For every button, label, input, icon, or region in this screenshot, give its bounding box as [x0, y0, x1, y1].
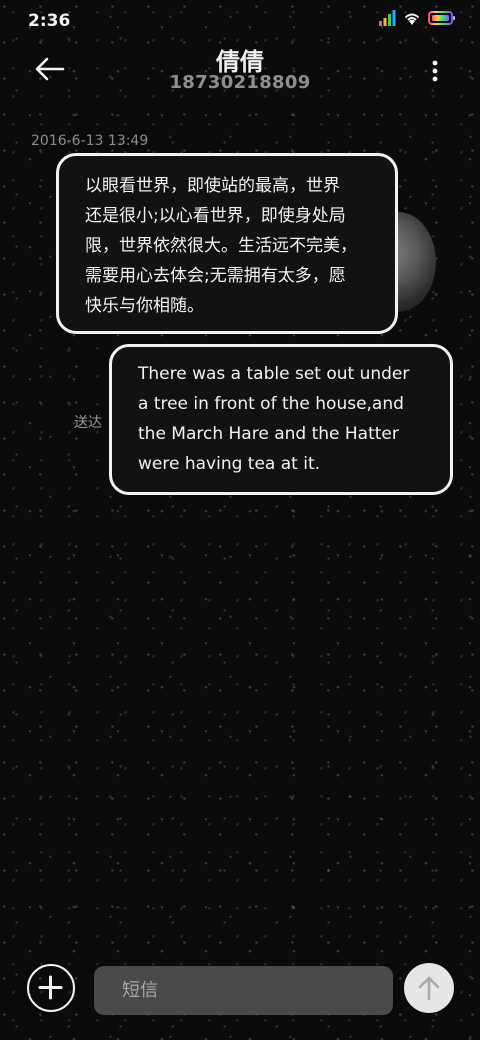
add-attachment-button[interactable] — [27, 964, 75, 1012]
message-line: 限，世界依然很大。生活远不完美， — [85, 236, 357, 256]
status-time: 2:36 — [28, 11, 71, 31]
message-line: were having tea at it. — [138, 454, 321, 474]
outgoing-message-bubble[interactable]: There was a table set out under a tree i… — [109, 344, 453, 495]
messaging-screen: 2:36 倩倩 18730218809 2016-6-13 13:49 以眼看世… — [0, 0, 480, 1040]
status-icons — [378, 10, 456, 26]
message-line: 还是很小;以心看世界，即使身处局 — [85, 206, 346, 226]
message-line: 需要用心去体会;无需拥有太多，愿 — [85, 266, 346, 286]
incoming-message-bubble[interactable]: 以眼看世界，即使站的最高，世界 还是很小;以心看世界，即使身处局 限，世界依然很… — [56, 153, 398, 334]
more-vertical-icon[interactable] — [430, 58, 440, 84]
battery-icon — [428, 11, 455, 25]
arrow-up-icon — [418, 976, 440, 1001]
message-timestamp: 2016-6-13 13:49 — [31, 133, 149, 149]
send-button[interactable] — [404, 963, 454, 1013]
message-line: the March Hare and the Hatter — [138, 424, 399, 444]
signal-icon — [379, 10, 396, 26]
message-input[interactable] — [94, 966, 393, 1015]
plus-icon — [38, 975, 63, 1000]
status-bar: 2:36 — [0, 0, 480, 40]
conversation-header: 倩倩 18730218809 — [0, 40, 480, 110]
message-line: 以眼看世界，即使站的最高，世界 — [85, 176, 340, 196]
contact-number: 18730218809 — [169, 72, 311, 93]
wifi-icon — [404, 13, 420, 25]
message-line: 快乐与你相随。 — [85, 296, 204, 316]
message-line: a tree in front of the house,and — [138, 394, 404, 414]
message-line: There was a table set out under — [138, 364, 410, 384]
delivery-status: 送达 — [74, 415, 102, 431]
